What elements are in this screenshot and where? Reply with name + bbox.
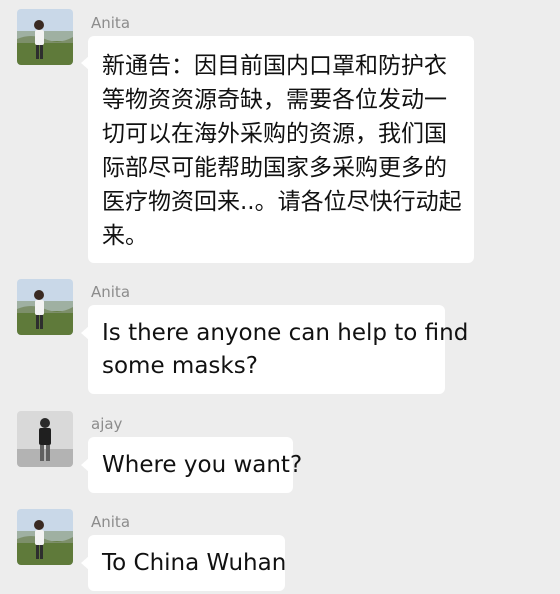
avatar-photo-icon [17, 509, 73, 565]
message-bubble[interactable]: To China Wuhan [88, 535, 287, 591]
message-text-line: 医疗物资回来..。请各位尽快行动起 [102, 189, 462, 215]
message-text-line: some masks? [102, 353, 258, 379]
message-text-line: Is there anyone can help to find [102, 320, 469, 346]
message-text-line: 际部尽可能帮助国家多采购更多的 [102, 155, 447, 181]
avatar[interactable] [17, 9, 73, 65]
message-text-line: 来。 [102, 223, 148, 249]
chat-conversation[interactable]: Anita 新通告：因目前国内口罩和防护衣 等物资资源奇缺，需要各位发动一 切可… [0, 0, 560, 594]
message-bubble[interactable]: Where you want? [88, 437, 303, 493]
message-text-line: To China Wuhan [102, 550, 287, 576]
sender-name: Anita [91, 283, 131, 301]
message-bubble[interactable]: 新通告：因目前国内口罩和防护衣 等物资资源奇缺，需要各位发动一 切可以在海外采购… [88, 36, 474, 263]
message-text-line: 新通告：因目前国内口罩和防护衣 [102, 53, 447, 79]
sender-name: Anita [91, 14, 131, 32]
sender-name: ajay [91, 415, 123, 433]
message-text-line: 等物资资源奇缺，需要各位发动一 [102, 87, 447, 113]
message-text-line: 切可以在海外采购的资源，我们国 [102, 121, 447, 147]
message-bubble[interactable]: Is there anyone can help to find some ma… [88, 305, 469, 394]
avatar[interactable] [17, 279, 73, 335]
sender-name: Anita [91, 513, 131, 531]
avatar-photo-icon [17, 279, 73, 335]
avatar[interactable] [17, 509, 73, 565]
avatar-photo-icon [17, 9, 73, 65]
message-text-line: Where you want? [102, 452, 303, 478]
avatar-photo-icon [17, 411, 73, 467]
avatar[interactable] [17, 411, 73, 467]
